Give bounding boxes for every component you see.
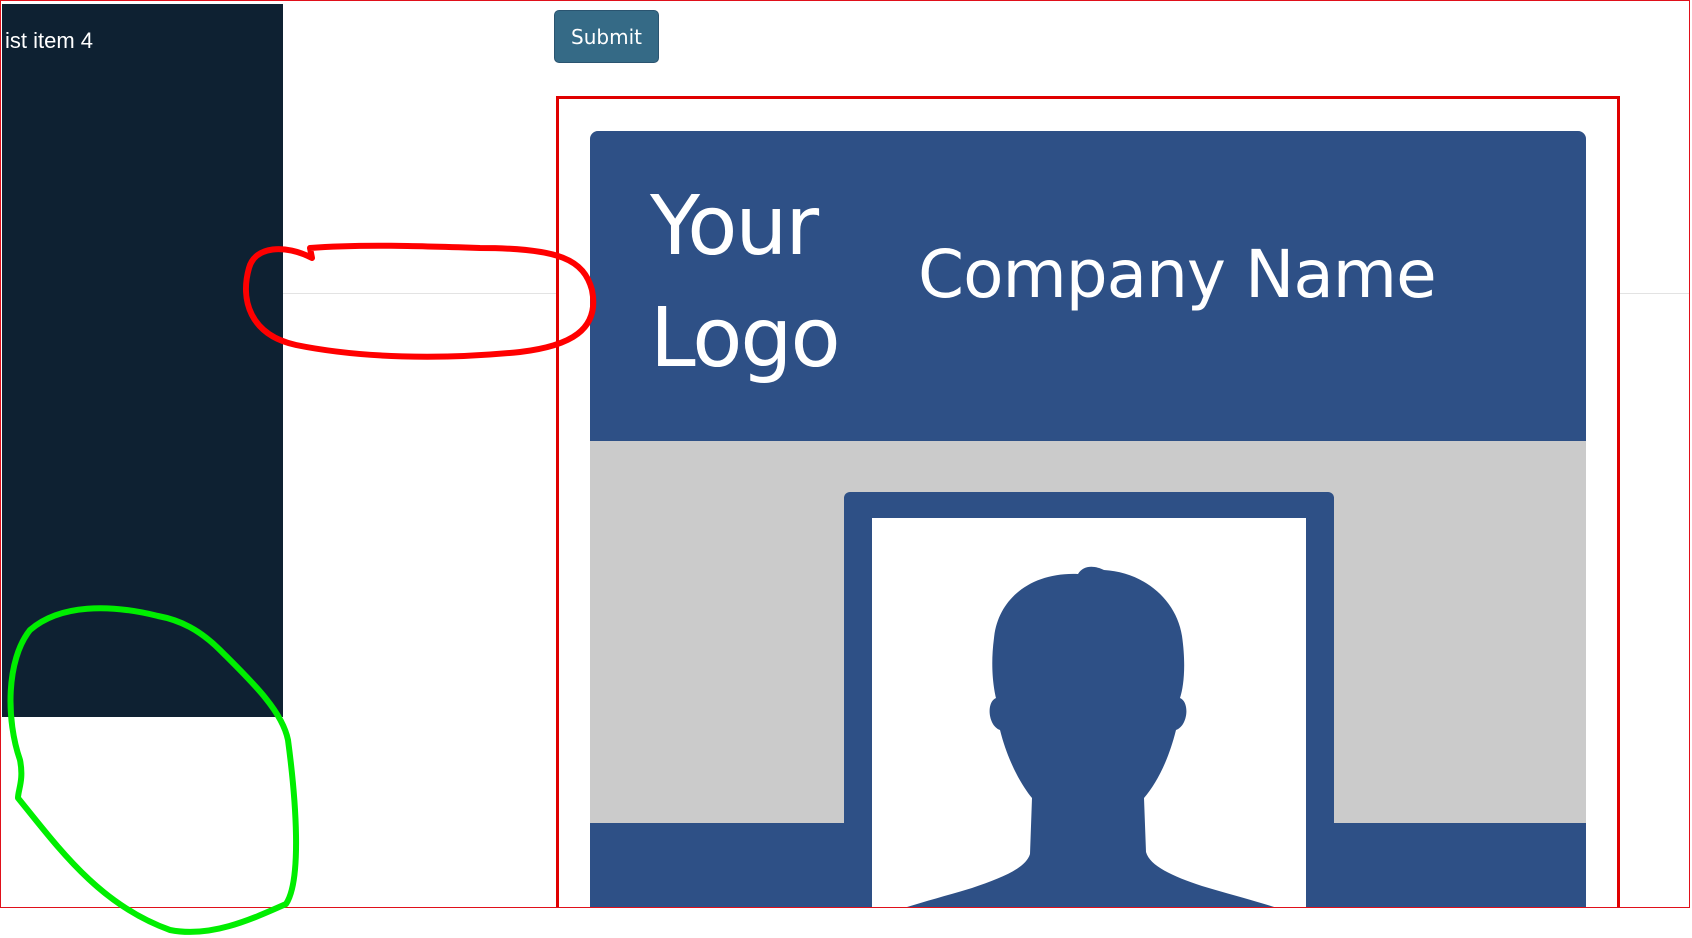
logo-placeholder: Your Logo xyxy=(650,171,841,395)
person-silhouette-icon xyxy=(907,566,1275,907)
page-frame: ist item 4 Submit Your Logo Company Name xyxy=(0,0,1690,908)
logo-text-line1: Your xyxy=(650,179,819,274)
id-card-header: Your Logo Company Name xyxy=(590,131,1586,441)
photo-frame xyxy=(844,492,1334,907)
image-container: Your Logo Company Name xyxy=(556,96,1620,907)
sidebar-item-4[interactable]: ist item 4 xyxy=(5,24,93,58)
logo-text-line2: Logo xyxy=(650,291,841,386)
company-name: Company Name xyxy=(918,236,1437,313)
photo-area xyxy=(872,518,1306,907)
submit-button[interactable]: Submit xyxy=(554,10,659,63)
id-card-image: Your Logo Company Name xyxy=(590,131,1586,907)
sidebar: ist item 4 xyxy=(2,4,283,717)
